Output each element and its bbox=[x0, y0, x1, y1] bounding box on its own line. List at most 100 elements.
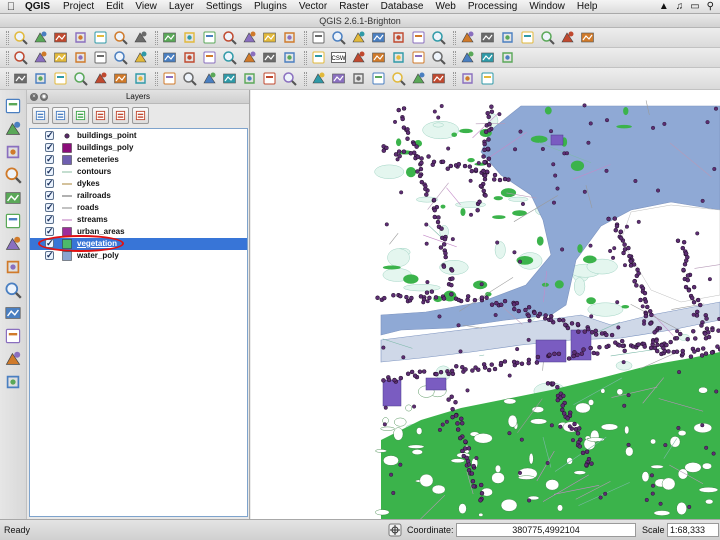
spotlight-icon[interactable]: ⚲ bbox=[707, 1, 714, 12]
toolbar-grip[interactable] bbox=[155, 30, 158, 45]
remove-layer-icon[interactable] bbox=[132, 106, 149, 124]
rotate-label-icon[interactable] bbox=[281, 50, 298, 66]
filter-legend-icon[interactable] bbox=[72, 106, 89, 124]
delete-ring-icon[interactable] bbox=[132, 71, 149, 87]
change-label-icon[interactable] bbox=[310, 50, 327, 66]
attribute-table-icon[interactable] bbox=[479, 30, 496, 46]
toggle-editing-icon[interactable] bbox=[32, 50, 49, 66]
rotate-point-icon[interactable] bbox=[310, 71, 327, 87]
add-csv-icon[interactable] bbox=[3, 326, 23, 346]
toolbar-grip[interactable] bbox=[155, 50, 158, 65]
menu-view[interactable]: View bbox=[129, 1, 163, 12]
menu-processing[interactable]: Processing bbox=[462, 1, 523, 12]
toolbar-grip[interactable] bbox=[304, 30, 307, 45]
save-project-icon[interactable] bbox=[52, 30, 69, 46]
zoom-native-icon[interactable] bbox=[281, 30, 298, 46]
layer-visibility-checkbox[interactable]: ✓ bbox=[45, 131, 54, 140]
layer-visibility-checkbox[interactable]: ✓ bbox=[45, 167, 54, 176]
layer-visibility-checkbox[interactable]: ✓ bbox=[45, 179, 54, 188]
layer-item-dykes[interactable]: ✓ dykes bbox=[30, 178, 247, 190]
zoom-to-layer-icon[interactable] bbox=[261, 30, 278, 46]
toolbar-grip[interactable] bbox=[6, 71, 9, 86]
new-shapefile-icon[interactable] bbox=[499, 50, 516, 66]
toolbar-grip[interactable] bbox=[304, 50, 307, 65]
map-tips-icon[interactable] bbox=[519, 30, 536, 46]
add-feature-icon[interactable] bbox=[72, 50, 89, 66]
toolbar-grip[interactable] bbox=[453, 50, 456, 65]
open-project-icon[interactable] bbox=[32, 30, 49, 46]
layer-item-buildings-poly[interactable]: ✓ buildings_poly bbox=[30, 142, 247, 154]
zoom-next-icon[interactable] bbox=[330, 30, 347, 46]
layer-item-streams[interactable]: ✓ streams bbox=[30, 214, 247, 226]
delete-selected-icon[interactable] bbox=[112, 50, 129, 66]
add-ring-icon[interactable] bbox=[72, 71, 89, 87]
new-bookmark-icon[interactable] bbox=[539, 30, 556, 46]
label-tool-icon[interactable] bbox=[201, 50, 218, 66]
move-label-icon[interactable] bbox=[261, 50, 278, 66]
layer-item-vegetation[interactable]: ✓ vegetation bbox=[30, 235, 247, 252]
zoom-out-icon[interactable] bbox=[201, 30, 218, 46]
fill-ring-icon[interactable] bbox=[112, 71, 129, 87]
save-as-icon[interactable] bbox=[72, 30, 89, 46]
add-wcs-layer-icon[interactable] bbox=[3, 234, 23, 254]
layer-visibility-checkbox[interactable]: ✓ bbox=[45, 143, 54, 152]
merge-selected-icon[interactable] bbox=[261, 71, 278, 87]
python-console-icon[interactable] bbox=[3, 372, 23, 392]
add-spatialite-icon[interactable] bbox=[410, 50, 427, 66]
gps-tool-icon[interactable] bbox=[3, 349, 23, 369]
app-menu[interactable]: QGIS bbox=[22, 1, 57, 12]
reshape-icon[interactable] bbox=[181, 71, 198, 87]
show-bookmarks-icon[interactable] bbox=[559, 30, 576, 46]
toolbar-grip[interactable] bbox=[453, 71, 456, 86]
add-group-icon[interactable] bbox=[52, 106, 69, 124]
add-raster-icon[interactable] bbox=[370, 50, 387, 66]
wifi-icon[interactable]: ▲ bbox=[659, 1, 669, 12]
cut-features-icon[interactable] bbox=[132, 50, 149, 66]
identify-icon[interactable] bbox=[370, 30, 387, 46]
gps-icon[interactable] bbox=[350, 71, 367, 87]
measure-icon[interactable] bbox=[430, 30, 447, 46]
toolbar-grip[interactable] bbox=[155, 71, 158, 86]
layer-visibility-checkbox[interactable]: ✓ bbox=[45, 227, 54, 236]
layer-visibility-checkbox[interactable]: ✓ bbox=[45, 215, 54, 224]
select-features-icon[interactable] bbox=[390, 30, 407, 46]
layer-visibility-checkbox[interactable]: ✓ bbox=[45, 155, 54, 164]
scale-field[interactable]: 1:68,333 bbox=[667, 523, 719, 537]
toolbar-grip[interactable] bbox=[304, 71, 307, 86]
copy-features-icon[interactable] bbox=[161, 50, 178, 66]
new-print-composer-icon[interactable] bbox=[92, 30, 109, 46]
layer-item-buildings-point[interactable]: ✓ buildings_point bbox=[30, 130, 247, 142]
menu-layer[interactable]: Layer bbox=[163, 1, 200, 12]
layer-item-roads[interactable]: ✓ roads bbox=[30, 202, 247, 214]
show-hide-labels-icon[interactable] bbox=[241, 50, 258, 66]
add-vector-layer-icon[interactable] bbox=[3, 96, 23, 116]
add-mssql-layer-icon[interactable] bbox=[3, 188, 23, 208]
menu-plugins[interactable]: Plugins bbox=[248, 1, 293, 12]
battery-icon[interactable]: ▭ bbox=[690, 1, 699, 12]
pin-labels-icon[interactable] bbox=[221, 50, 238, 66]
plugin-c-icon[interactable] bbox=[410, 71, 427, 87]
composer-manager-icon[interactable] bbox=[112, 30, 129, 46]
add-wfs-icon[interactable] bbox=[479, 50, 496, 66]
coordinate-field[interactable]: 380775,4992104 bbox=[456, 523, 636, 537]
map-canvas[interactable] bbox=[251, 90, 720, 519]
open-layer-styling-icon[interactable] bbox=[32, 106, 49, 124]
add-part-icon[interactable] bbox=[92, 71, 109, 87]
split-features-icon[interactable] bbox=[221, 71, 238, 87]
add-postgis-layer-icon[interactable] bbox=[3, 142, 23, 162]
collapse-all-icon[interactable] bbox=[112, 106, 129, 124]
expand-all-icon[interactable] bbox=[92, 106, 109, 124]
menu-web[interactable]: Web bbox=[429, 1, 461, 12]
layer-item-cemeteries[interactable]: ✓ cemeteries bbox=[30, 154, 247, 166]
pan-icon[interactable] bbox=[132, 30, 149, 46]
simplify-icon[interactable] bbox=[52, 71, 69, 87]
zoom-in-icon[interactable] bbox=[181, 30, 198, 46]
toolbar-grip[interactable] bbox=[453, 30, 456, 45]
panel-close-icon[interactable]: × bbox=[30, 93, 38, 101]
csw-search-icon[interactable]: CSW bbox=[330, 50, 347, 66]
new-shapefile-layer-icon[interactable] bbox=[3, 303, 23, 323]
text-annotation-icon[interactable] bbox=[579, 30, 596, 46]
save-edits-icon[interactable] bbox=[52, 50, 69, 66]
new-project-icon[interactable] bbox=[12, 30, 29, 46]
layer-visibility-checkbox[interactable]: ✓ bbox=[45, 251, 54, 260]
